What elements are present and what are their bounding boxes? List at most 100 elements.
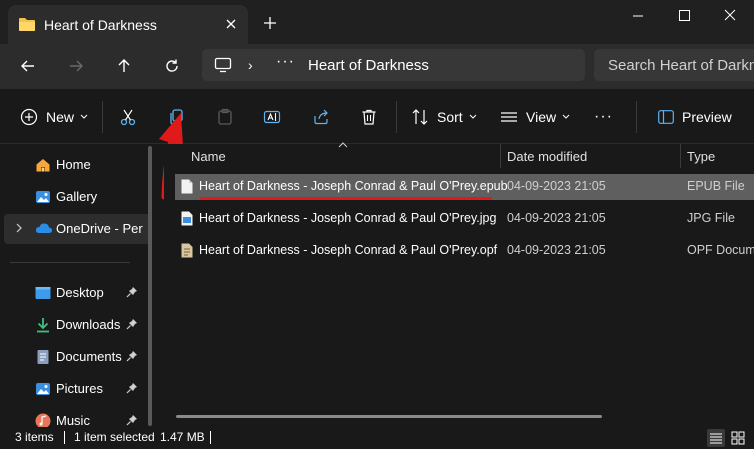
sidebar-item-desktop[interactable]: Desktop (0, 278, 148, 308)
column-divider[interactable] (680, 144, 681, 168)
documents-icon (35, 349, 51, 365)
navigation-pane: Home Gallery OneDrive - Per Desktop Down… (0, 144, 160, 427)
new-button[interactable]: New (20, 104, 88, 130)
preview-button[interactable]: Preview (658, 104, 732, 130)
column-divider[interactable] (500, 144, 501, 168)
file-date: 04-09-2023 21:05 (507, 243, 606, 257)
file-name: Heart of Darkness - Joseph Conrad & Paul… (199, 211, 497, 225)
sort-label: Sort (437, 109, 463, 125)
paste-button[interactable] (216, 104, 234, 130)
preview-pane-icon (658, 110, 674, 124)
sidebar-item-downloads[interactable]: Downloads (0, 310, 148, 340)
tab-heart-of-darkness[interactable]: Heart of Darkness (8, 5, 248, 44)
sidebar-divider (10, 262, 130, 263)
pictures-icon (35, 381, 51, 397)
toolbar-divider (396, 101, 397, 133)
preview-label: Preview (682, 109, 732, 125)
cut-button[interactable] (119, 104, 137, 130)
file-type: JPG File (687, 211, 735, 225)
desktop-icon (35, 285, 51, 301)
sidebar-item-documents[interactable]: Documents (0, 342, 148, 372)
sidebar-item-onedrive[interactable]: OneDrive - Per (4, 214, 152, 244)
search-input[interactable]: Search Heart of Darkness (608, 57, 754, 74)
close-tab-icon[interactable] (222, 15, 240, 33)
maximize-icon[interactable] (669, 6, 699, 26)
music-icon (35, 413, 51, 427)
minimize-icon[interactable] (623, 6, 653, 26)
horizontal-scrollbar[interactable] (176, 415, 602, 418)
gallery-icon (35, 189, 51, 205)
share-icon (314, 109, 328, 125)
selection-count: 1 item selected (74, 430, 155, 444)
epub-file-icon (181, 179, 193, 194)
table-row[interactable]: Heart of Darkness - Joseph Conrad & Paul… (175, 238, 754, 264)
up-icon[interactable] (111, 53, 137, 79)
jpg-file-icon (181, 211, 193, 226)
toolbar-divider (636, 101, 637, 133)
more-icon: ··· (594, 108, 613, 125)
more-options-button[interactable]: ··· (594, 104, 613, 130)
breadcrumb-overflow[interactable]: ··· (276, 53, 295, 71)
file-date: 04-09-2023 21:05 (507, 179, 606, 193)
address-bar[interactable]: › ··· Heart of Darkness (202, 49, 585, 81)
view-icon (501, 112, 517, 122)
column-header-name[interactable]: Name (191, 149, 226, 174)
file-type: OPF Document (687, 243, 754, 257)
sidebar-item-label: Pictures (56, 381, 103, 396)
sidebar-item-music[interactable]: Music (0, 406, 148, 427)
view-button[interactable]: View (500, 104, 570, 130)
sidebar-item-pictures[interactable]: Pictures (0, 374, 148, 404)
toolbar-divider (102, 101, 103, 133)
sort-ascending-icon (338, 142, 348, 148)
share-button[interactable] (312, 104, 330, 130)
refresh-icon[interactable] (159, 53, 185, 79)
forward-icon[interactable] (63, 53, 89, 79)
file-list: Name Date modified Type Heart of Darknes… (164, 142, 754, 427)
sidebar-item-label: Home (56, 157, 91, 172)
sidebar-item-label: Gallery (56, 189, 98, 204)
back-icon[interactable] (15, 53, 41, 79)
file-date: 04-09-2023 21:05 (507, 211, 606, 225)
details-view-icon[interactable] (707, 429, 725, 447)
pin-icon (126, 350, 138, 365)
sidebar-item-label: Desktop (56, 285, 104, 300)
tiles-view-icon[interactable] (729, 429, 747, 447)
sidebar-item-label: Documents (56, 349, 122, 364)
table-row[interactable]: Heart of Darkness - Joseph Conrad & Paul… (175, 206, 754, 232)
breadcrumb-current[interactable]: Heart of Darkness (308, 57, 429, 74)
navigation-bar: › ··· Heart of Darkness Search Heart of … (0, 44, 754, 89)
close-window-icon[interactable] (715, 6, 745, 26)
column-header-type[interactable]: Type (687, 149, 715, 174)
chevron-down-icon (562, 114, 570, 119)
this-pc-icon[interactable] (214, 57, 232, 76)
sort-button[interactable]: Sort (411, 104, 477, 130)
search-box[interactable]: Search Heart of Darkness (594, 49, 754, 81)
status-bar: 3 items 1 item selected 1.47 MB (0, 427, 754, 449)
scissors-icon (120, 109, 136, 126)
status-divider (210, 431, 211, 444)
selection-size: 1.47 MB (160, 430, 205, 444)
sidebar-scrollbar[interactable] (148, 146, 152, 426)
new-tab-icon[interactable] (261, 14, 279, 32)
sidebar-item-gallery[interactable]: Gallery (0, 182, 148, 212)
file-name: Heart of Darkness - Joseph Conrad & Paul… (199, 179, 508, 193)
folder-icon (18, 17, 36, 35)
command-bar: New Sort View ··· Preview (0, 89, 754, 144)
item-count: 3 items (15, 430, 54, 444)
annotation-underline (200, 197, 492, 200)
breadcrumb-chevron-icon[interactable]: › (248, 57, 253, 73)
new-label: New (46, 109, 75, 125)
tab-title: Heart of Darkness (44, 17, 157, 33)
sidebar-item-label: OneDrive - Per (56, 221, 143, 236)
column-header-date-modified[interactable]: Date modified (507, 149, 587, 174)
file-type: EPUB File (687, 179, 745, 193)
file-name: Heart of Darkness - Joseph Conrad & Paul… (199, 243, 498, 257)
sidebar-item-home[interactable]: Home (0, 150, 148, 180)
sort-icon (412, 109, 428, 125)
clipboard-icon (218, 108, 232, 125)
status-divider (64, 431, 65, 444)
rename-button[interactable] (263, 104, 281, 130)
chevron-right-icon[interactable] (15, 222, 23, 237)
pin-icon (126, 382, 138, 397)
delete-button[interactable] (360, 104, 378, 130)
